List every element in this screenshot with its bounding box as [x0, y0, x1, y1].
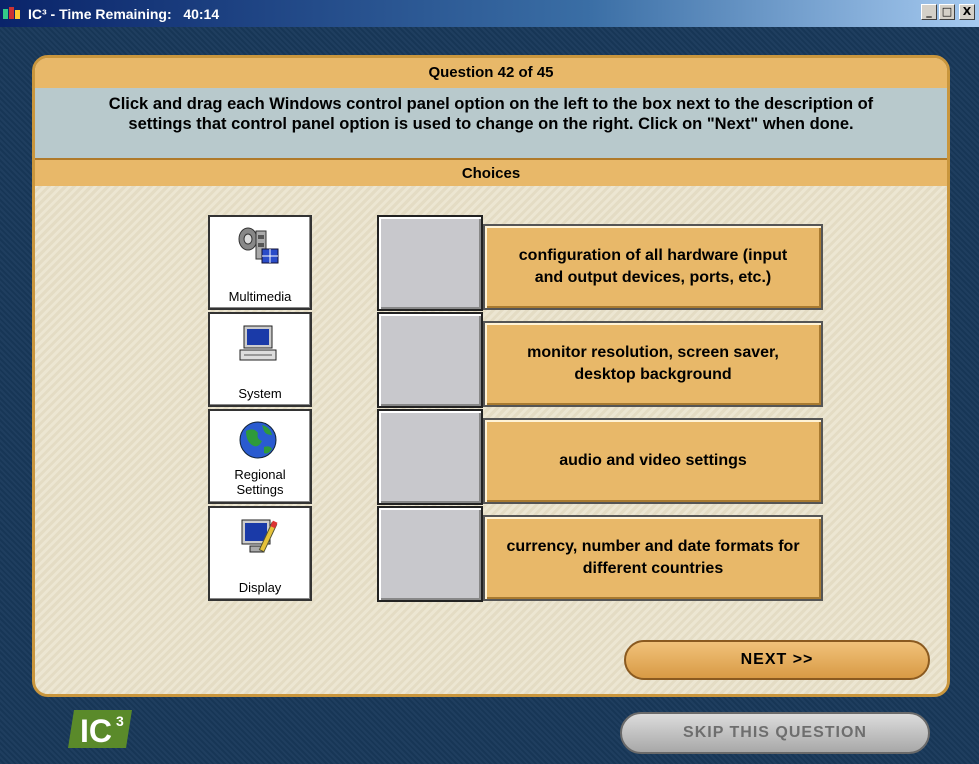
question-instructions: Click and drag each Windows control pane… — [35, 88, 947, 158]
close-button[interactable]: X — [959, 4, 975, 20]
choice-display[interactable]: Display — [208, 506, 312, 601]
maximize-button[interactable]: □ — [939, 4, 955, 20]
next-button[interactable]: NEXT >> — [624, 640, 930, 680]
choice-multimedia[interactable]: Multimedia — [208, 215, 312, 310]
drop-slot[interactable] — [377, 215, 483, 311]
choice-label: Display — [238, 580, 282, 595]
description-text: audio and video settings — [559, 452, 747, 469]
svg-text:IC: IC — [80, 713, 112, 749]
choice-system[interactable]: System — [208, 312, 312, 407]
skip-question-button[interactable]: SKIP THIS QUESTION — [620, 712, 930, 754]
window-title: IC³ - Time Remaining: 40:14 — [28, 5, 220, 22]
minimize-button[interactable]: _ — [921, 4, 937, 20]
choice-label: System — [238, 386, 282, 401]
ic3-logo: IC 3 — [68, 710, 132, 749]
description-box: audio and video settings — [483, 418, 823, 504]
svg-text:3: 3 — [116, 713, 124, 729]
window-controls: _ □ X — [921, 4, 975, 20]
title-bar: IC³ - Time Remaining: 40:14 _ □ X — [0, 0, 979, 27]
description-box: monitor resolution, screen saver, deskto… — [483, 321, 823, 407]
drop-slot[interactable] — [377, 409, 483, 505]
choices-heading: Choices — [35, 158, 947, 186]
drop-slot[interactable] — [377, 312, 483, 408]
drop-slot[interactable] — [377, 506, 483, 602]
description-box: currency, number and date formats for di… — [483, 515, 823, 601]
choice-label: Regional Settings — [234, 467, 286, 497]
choice-regional-settings[interactable]: Regional Settings — [208, 409, 312, 504]
description-text: currency, number and date formats for di… — [506, 538, 800, 577]
multimedia-icon — [238, 227, 279, 264]
description-box: configuration of all hardware (input and… — [483, 224, 823, 310]
description-text: configuration of all hardware (input and… — [518, 247, 788, 286]
question-counter: Question 42 of 45 — [35, 58, 947, 88]
display-icon — [241, 519, 278, 553]
globe-icon — [239, 421, 277, 459]
choice-label: Multimedia — [228, 289, 292, 304]
computer-icon — [239, 325, 277, 361]
description-text: monitor resolution, screen saver, deskto… — [527, 344, 779, 383]
question-panel: Question 42 of 45 Click and drag each Wi… — [32, 55, 950, 697]
app-icon — [3, 6, 20, 19]
